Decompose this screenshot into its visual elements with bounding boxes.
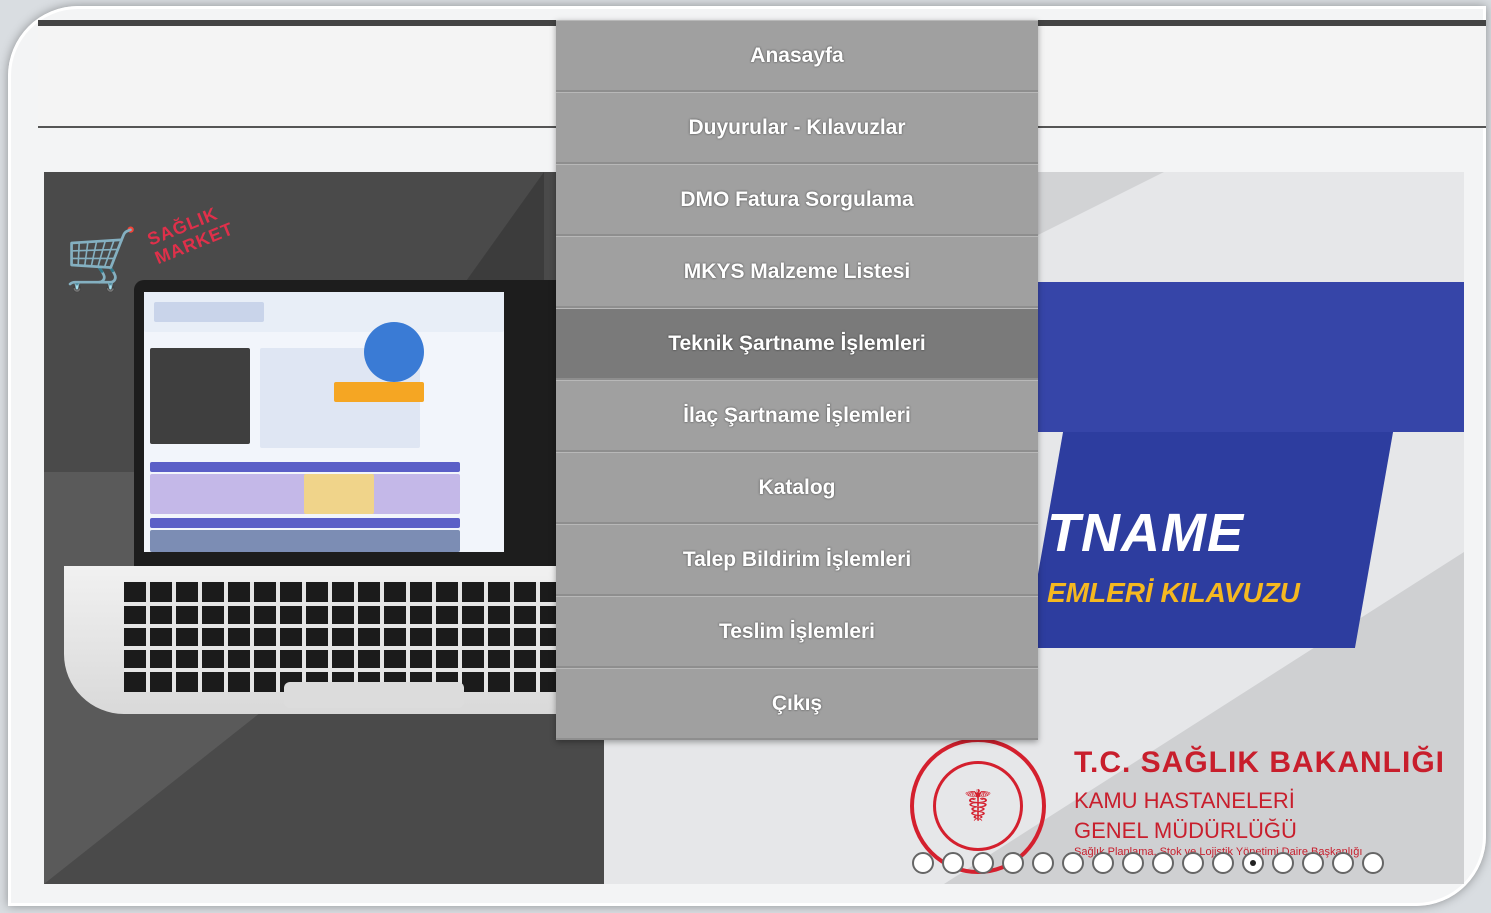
menu-item[interactable]: Talep Bildirim İşlemleri xyxy=(556,524,1038,596)
dropdown-menu: Anasayfa Duyurular - Kılavuzlar DMO Fatura… xyxy=(556,20,1038,740)
slider-dot[interactable] xyxy=(1032,852,1054,874)
menu-item[interactable]: İlaç Şartname İşlemleri xyxy=(556,380,1038,452)
menu-item[interactable]: Teslim İşlemleri xyxy=(556,596,1038,668)
banner-subtitle: EMLERİ KILAVUZU xyxy=(1047,577,1301,608)
cart-icon: 🛒 xyxy=(64,226,139,293)
market-logo-text: SAĞLIK MARKET xyxy=(144,203,237,269)
slider-dot[interactable] xyxy=(1332,852,1354,874)
slider-dot[interactable] xyxy=(1182,852,1204,874)
slider-dot[interactable] xyxy=(1212,852,1234,874)
slider-dot[interactable] xyxy=(1062,852,1084,874)
caduceus-icon: ☤ xyxy=(933,761,1023,851)
slider-pagination xyxy=(912,852,1384,874)
slider-dot[interactable] xyxy=(1242,852,1264,874)
ministry-line-1: KAMU HASTANELERİ xyxy=(1074,788,1295,813)
slider-dot[interactable] xyxy=(972,852,994,874)
menu-item[interactable]: Çıkış xyxy=(556,668,1038,740)
banner-blue-shape xyxy=(1010,282,1464,432)
slider-dot[interactable] xyxy=(1362,852,1384,874)
menu-item[interactable]: Teknik Şartname İşlemleri xyxy=(556,308,1038,380)
slider-dot[interactable] xyxy=(1152,852,1174,874)
laptop-touchpad xyxy=(284,682,464,708)
slider-dot[interactable] xyxy=(1302,852,1324,874)
ministry-line-2: GENEL MÜDÜRLÜĞÜ xyxy=(1074,818,1297,843)
slider-dot[interactable] xyxy=(1092,852,1114,874)
banner-title: TNAME xyxy=(1047,503,1244,563)
slider-dot[interactable] xyxy=(1122,852,1144,874)
menu-item[interactable]: DMO Fatura Sorgulama xyxy=(556,164,1038,236)
menu-item[interactable]: Katalog xyxy=(556,452,1038,524)
laptop-screen-content xyxy=(144,292,504,552)
ministry-title: T.C. SAĞLIK BAKANLIĞI xyxy=(1074,746,1445,779)
slider-dot[interactable] xyxy=(1272,852,1294,874)
menu-item[interactable]: Duyurular - Kılavuzlar xyxy=(556,92,1038,164)
key-row-separator xyxy=(124,668,604,672)
slider-dot[interactable] xyxy=(1002,852,1024,874)
menu-item[interactable]: MKYS Malzeme Listesi xyxy=(556,236,1038,308)
menu-item[interactable]: Anasayfa xyxy=(556,20,1038,92)
slider-dot[interactable] xyxy=(942,852,964,874)
ministry-logo-block: ☤ T.C. SAĞLIK BAKANLIĞI KAMU HASTANELERİ… xyxy=(904,732,1464,874)
laptop-keyboard xyxy=(124,582,604,692)
key-row-separator xyxy=(124,646,604,650)
key-row-separator xyxy=(124,624,604,628)
slider-dot[interactable] xyxy=(912,852,934,874)
key-row-separator xyxy=(124,602,604,606)
